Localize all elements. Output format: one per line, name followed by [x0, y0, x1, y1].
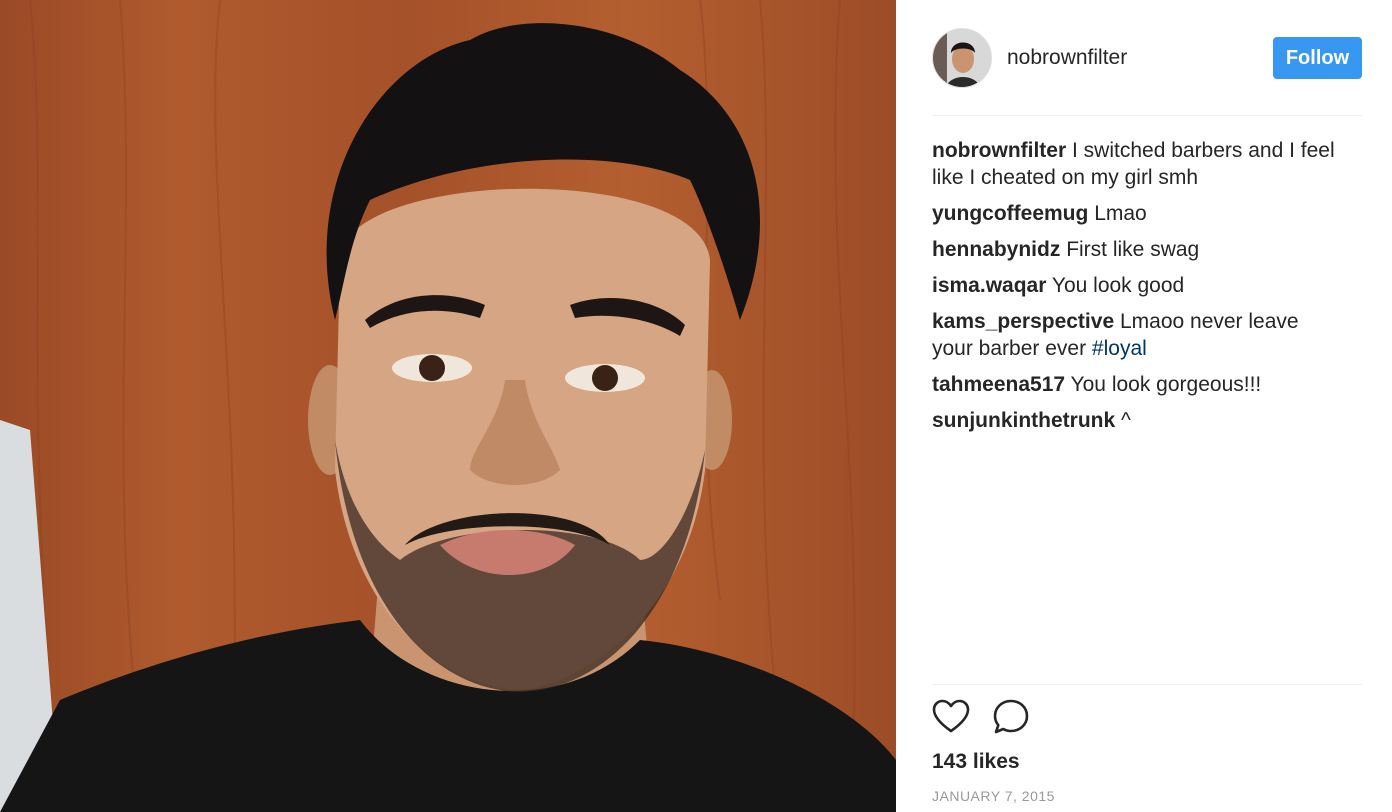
follow-button[interactable]: Follow [1273, 37, 1362, 79]
comment-item: kams_perspective Lmaoo never leave your … [932, 308, 1342, 362]
speech-bubble-icon[interactable] [992, 698, 1030, 736]
comments-list: nobrownfilter I switched barbers and I f… [932, 137, 1342, 443]
comment-username[interactable]: yungcoffeemug [932, 202, 1088, 225]
comment-text: First like swag [1066, 238, 1200, 261]
hashtag-link[interactable]: #loyal [1092, 337, 1147, 360]
post-side-panel: nobrownfilter Follow nobrownfilter I swi… [896, 0, 1392, 812]
caption: nobrownfilter I switched barbers and I f… [932, 137, 1342, 191]
comment-text: ^ [1121, 409, 1131, 432]
comment-username[interactable]: tahmeena517 [932, 373, 1065, 396]
post-header: nobrownfilter Follow [932, 28, 1362, 90]
avatar[interactable] [932, 28, 992, 88]
comment-username[interactable]: hennabynidz [932, 238, 1060, 261]
comment-username[interactable]: kams_perspective [932, 310, 1114, 333]
post-author-username[interactable]: nobrownfilter [1007, 46, 1127, 70]
comment-username[interactable]: sunjunkinthetrunk [932, 409, 1115, 432]
header-divider [932, 115, 1362, 116]
comment-text: Lmao [1094, 202, 1147, 225]
comment-text: You look good [1051, 274, 1185, 297]
actions-divider [932, 684, 1362, 685]
comment-item: sunjunkinthetrunk ^ [932, 407, 1342, 434]
avatar-image [933, 29, 991, 87]
comment-username[interactable]: nobrownfilter [932, 139, 1066, 162]
selfie-illustration [0, 0, 896, 812]
post-date: JANUARY 7, 2015 [932, 788, 1055, 804]
comment-item: yungcoffeemug Lmao [932, 200, 1342, 227]
comment-text: You look gorgeous!!! [1070, 373, 1262, 396]
comment-username[interactable]: isma.waqar [932, 274, 1046, 297]
comment-item: tahmeena517 You look gorgeous!!! [932, 371, 1342, 398]
comment-item: isma.waqar You look good [932, 272, 1342, 299]
like-count[interactable]: 143 likes [932, 750, 1020, 774]
comment-item: hennabynidz First like swag [932, 236, 1342, 263]
post-actions [932, 698, 1132, 738]
heart-icon[interactable] [932, 698, 970, 736]
post-photo [0, 0, 896, 812]
